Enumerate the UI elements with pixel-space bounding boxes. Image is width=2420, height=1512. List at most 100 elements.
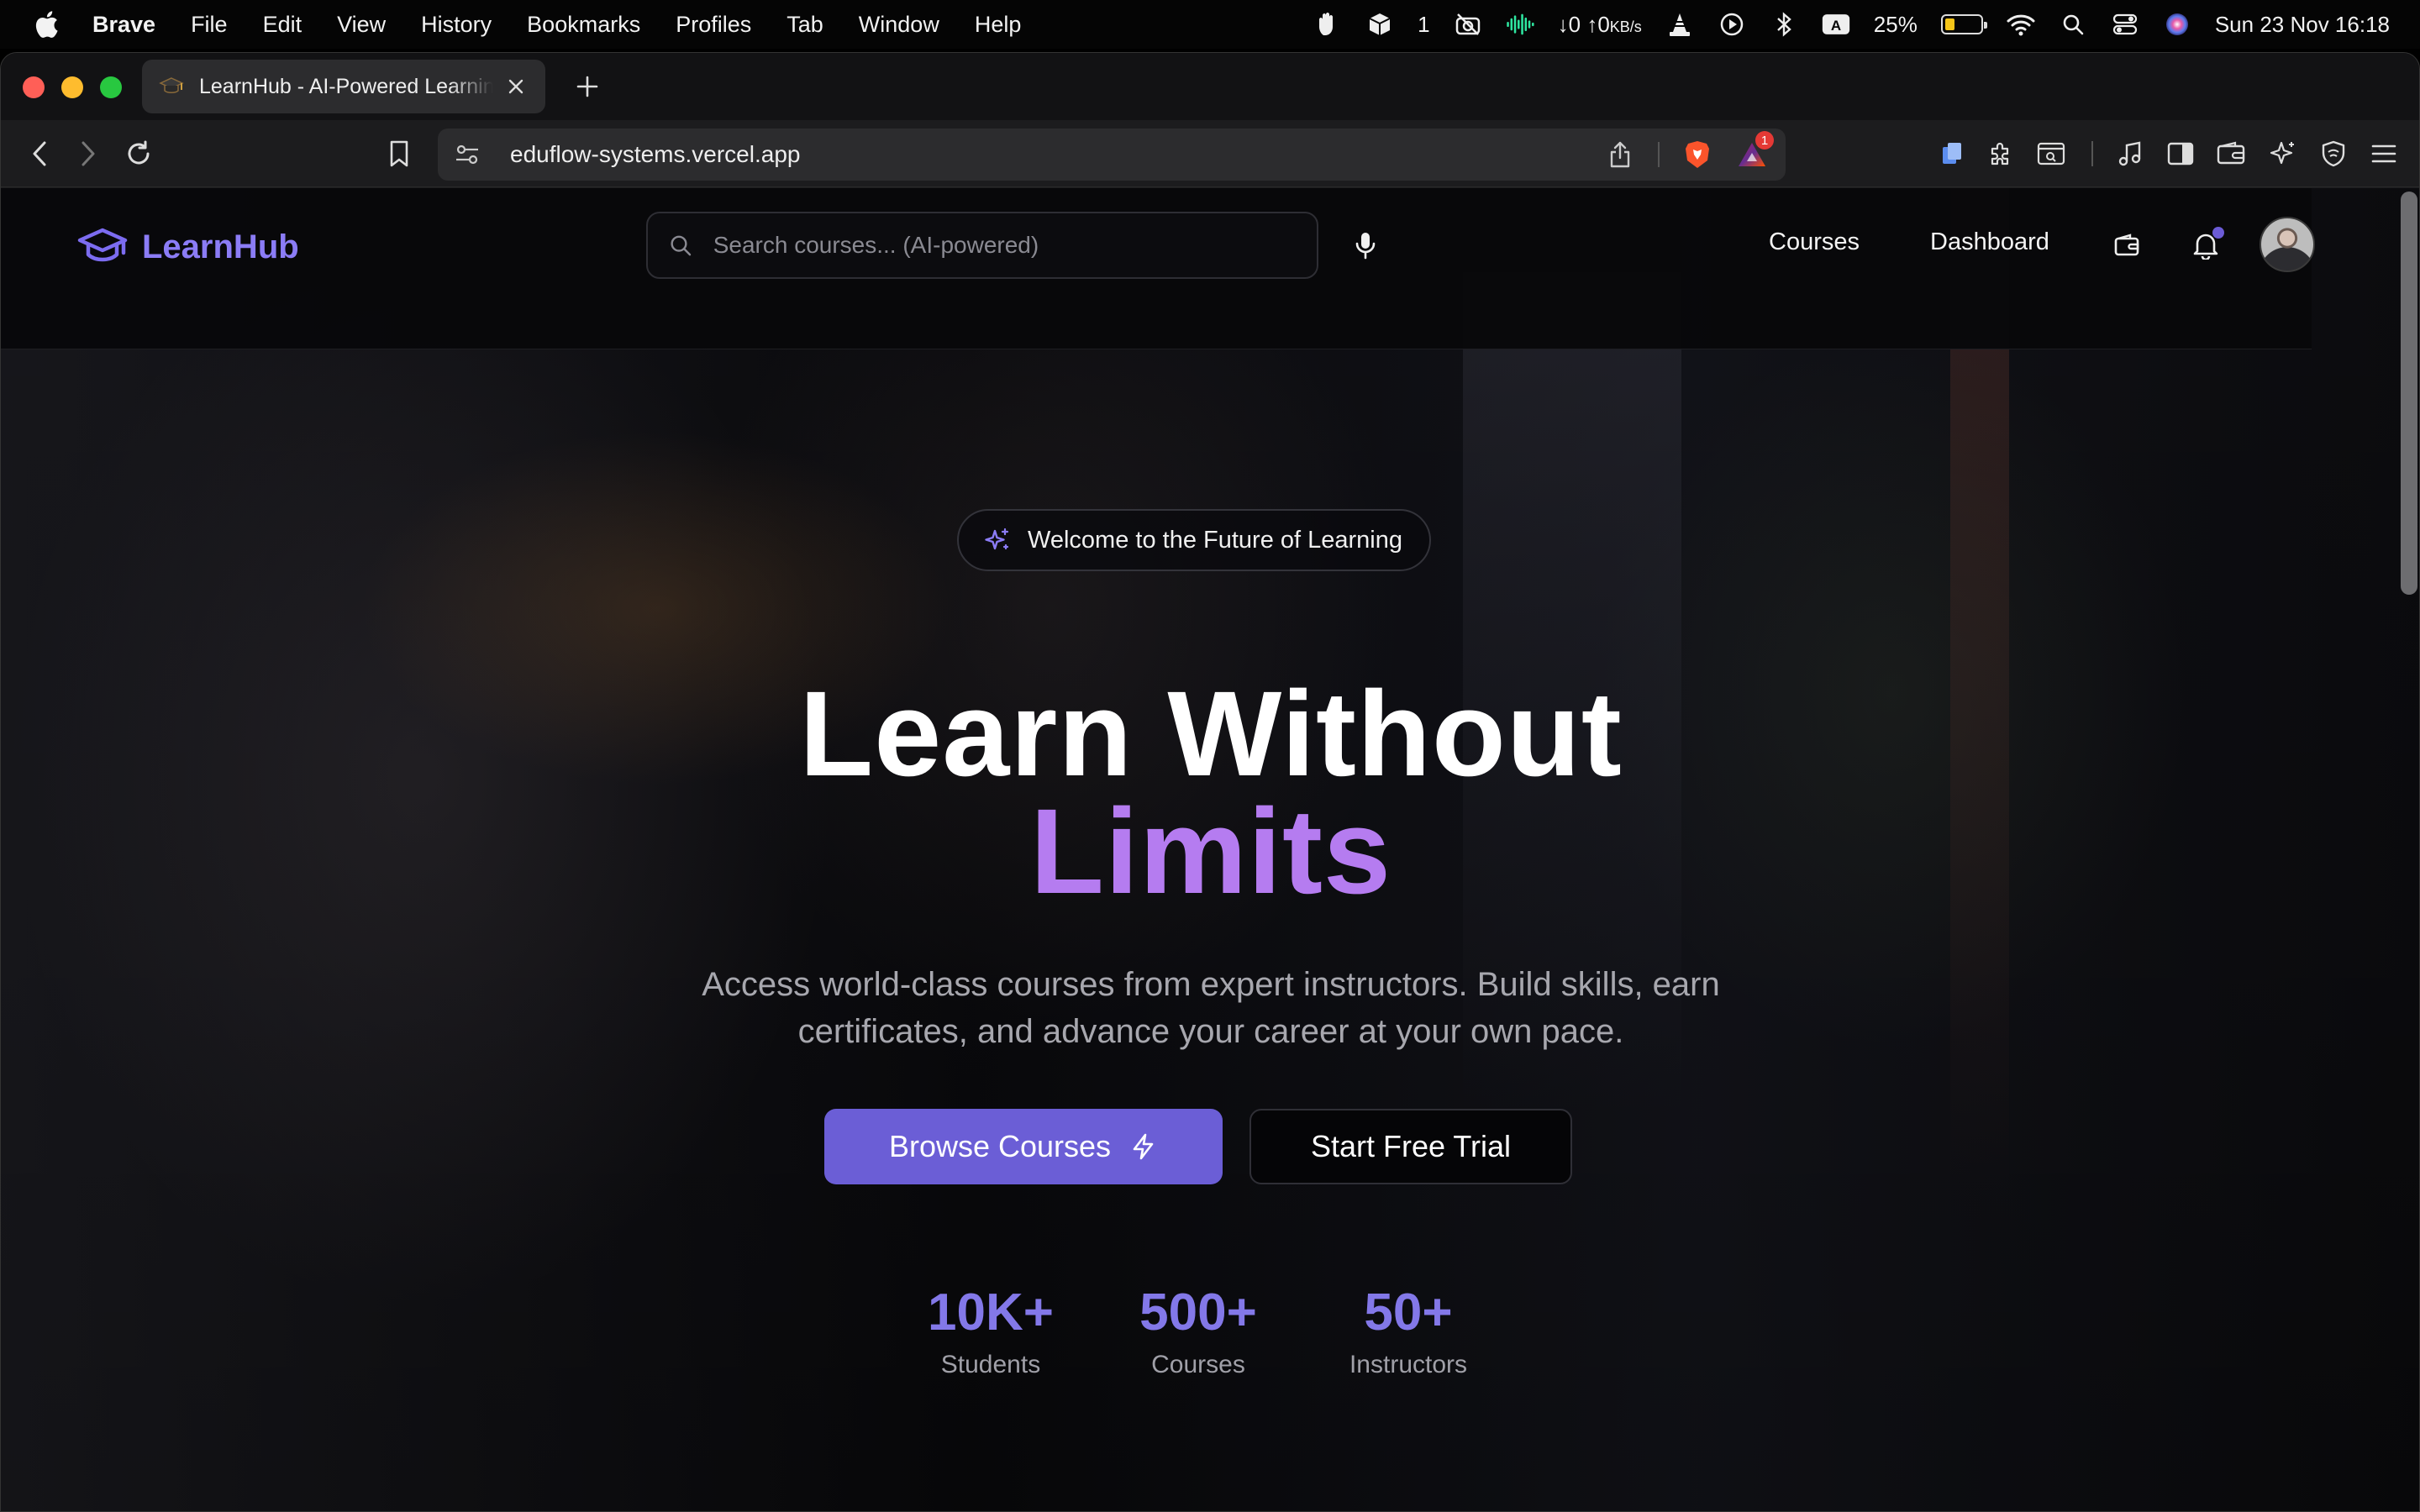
- nav-link-dashboard[interactable]: Dashboard: [1930, 228, 2049, 256]
- nav-link-courses[interactable]: Courses: [1769, 228, 1860, 256]
- files-extension-icon[interactable]: [1935, 137, 1969, 171]
- menu-tab[interactable]: Tab: [786, 12, 823, 38]
- site-settings-icon[interactable]: [455, 142, 480, 167]
- cube-icon[interactable]: [1365, 10, 1394, 39]
- menu-profiles[interactable]: Profiles: [676, 12, 751, 38]
- vlc-cone-icon[interactable]: [1665, 10, 1694, 39]
- brave-rewards-icon[interactable]: 1: [1735, 131, 1774, 171]
- brave-shields-icon[interactable]: [1683, 140, 1712, 169]
- brand-name: LearnHub: [142, 228, 299, 265]
- hero-title-line-2: Limits: [1029, 784, 1392, 919]
- new-tab-icon[interactable]: [569, 68, 606, 105]
- battery-level-fill: [1944, 18, 1954, 30]
- tab-title: LearnHub - AI-Powered Learning: [199, 74, 493, 98]
- site-logo[interactable]: LearnHub: [76, 225, 299, 269]
- bookmark-icon[interactable]: [382, 137, 416, 171]
- stat-value: 10K+: [928, 1284, 1054, 1341]
- browse-courses-button[interactable]: Browse Courses: [824, 1109, 1223, 1184]
- battery-percent: 25%: [1873, 11, 1918, 37]
- hero-title-line-1: Learn Without: [799, 666, 1623, 801]
- unread-notification-dot: [2212, 227, 2224, 239]
- wallet-icon[interactable]: [2214, 137, 2248, 171]
- zoom-window-button[interactable]: [100, 76, 122, 98]
- sidebar-toggle-icon[interactable]: [2164, 137, 2197, 171]
- hero-subtitle: Access world-class courses from expert i…: [702, 966, 1720, 1050]
- page-viewport: LearnHub Courses Dashboard Welco: [1, 188, 2419, 1511]
- tray-count: 1: [1418, 11, 1430, 37]
- notifications-bell-icon[interactable]: [2187, 227, 2224, 264]
- hamburger-menu-icon[interactable]: [2367, 137, 2401, 171]
- vpn-shield-icon[interactable]: [2317, 137, 2350, 171]
- search-icon: [671, 235, 692, 256]
- bluetooth-icon[interactable]: [1770, 10, 1798, 39]
- lightning-bolt-icon: [1133, 1133, 1154, 1160]
- active-tab[interactable]: LearnHub - AI-Powered Learning: [142, 60, 545, 113]
- start-free-trial-button[interactable]: Start Free Trial: [1249, 1109, 1572, 1184]
- extensions-puzzle-icon[interactable]: [1984, 137, 2018, 171]
- stat-label: Courses: [1151, 1351, 1245, 1378]
- back-icon[interactable]: [23, 137, 56, 171]
- macos-menu-bar: Brave File Edit View History Bookmarks P…: [0, 0, 2420, 49]
- search-input[interactable]: [713, 232, 1297, 259]
- battery-icon[interactable]: [1940, 14, 1987, 34]
- forward-icon[interactable]: [71, 137, 105, 171]
- menubar-status-area: 1 ↓0 ↑0KB/s A 25% Sun 23 Nov 16:18: [1313, 0, 2390, 49]
- music-note-icon[interactable]: [2113, 137, 2147, 171]
- stat-courses: 500+ Courses: [1118, 1287, 1278, 1379]
- minimize-window-button[interactable]: [61, 76, 83, 98]
- menu-file[interactable]: File: [191, 12, 228, 38]
- menu-bookmarks[interactable]: Bookmarks: [527, 12, 640, 38]
- site-navbar: LearnHub Courses Dashboard: [1, 188, 2315, 349]
- play-circle-icon[interactable]: [1718, 10, 1746, 39]
- input-source-icon[interactable]: A: [1822, 10, 1850, 39]
- camera-off-icon[interactable]: [1454, 10, 1482, 39]
- graduation-cap-icon: [77, 228, 128, 262]
- stat-students: 10K+ Students: [915, 1287, 1066, 1379]
- menu-app-name[interactable]: Brave: [92, 12, 155, 38]
- toolbar-divider: [2091, 141, 2093, 166]
- network-speed: ↓0 ↑0KB/s: [1558, 12, 1642, 38]
- voice-search-mic-icon[interactable]: [1349, 228, 1382, 262]
- spotlight-search-icon[interactable]: [2059, 10, 2087, 39]
- siri-icon[interactable]: [2163, 10, 2191, 39]
- rewards-notification-count: 1: [1755, 131, 1774, 150]
- close-window-button[interactable]: [23, 76, 45, 98]
- tab-bar: LearnHub - AI-Powered Learning: [1, 53, 2419, 120]
- sparkles-icon: [985, 528, 1009, 550]
- stat-label: Instructors: [1349, 1351, 1468, 1378]
- welcome-badge-text: Welcome to the Future of Learning: [1028, 526, 1402, 554]
- start-free-trial-label: Start Free Trial: [1310, 1129, 1512, 1163]
- stat-label: Students: [940, 1351, 1041, 1378]
- network-up: ↑0: [1586, 11, 1610, 37]
- stat-value: 500+: [1139, 1284, 1257, 1341]
- browse-courses-label: Browse Courses: [888, 1129, 1112, 1163]
- stat-value: 50+: [1364, 1284, 1453, 1341]
- input-source-label: A: [1831, 18, 1841, 34]
- wallet-icon[interactable]: [2108, 227, 2145, 264]
- wifi-icon[interactable]: [2007, 10, 2035, 39]
- welcome-badge: Welcome to the Future of Learning: [957, 509, 1431, 571]
- menu-help[interactable]: Help: [975, 12, 1022, 38]
- close-tab-icon[interactable]: [503, 74, 529, 99]
- control-center-icon[interactable]: [2111, 10, 2139, 39]
- apple-menu-icon[interactable]: [34, 10, 59, 39]
- graduation-cap-favicon-icon: [159, 74, 184, 99]
- hand-icon[interactable]: [1313, 10, 1342, 39]
- user-avatar[interactable]: [2260, 217, 2315, 272]
- network-down: ↓0: [1557, 11, 1581, 37]
- address-bar[interactable]: eduflow-systems.vercel.app 1: [438, 129, 1786, 181]
- share-icon[interactable]: [1606, 140, 1634, 169]
- menu-window[interactable]: Window: [859, 12, 939, 38]
- menu-view[interactable]: View: [337, 12, 386, 38]
- browser-window: LearnHub - AI-Powered Learning eduflow-s…: [0, 52, 2420, 1512]
- page-scrollbar[interactable]: [2401, 192, 2417, 595]
- menu-edit[interactable]: Edit: [263, 12, 302, 38]
- audio-waveform-icon[interactable]: [1506, 10, 1534, 39]
- course-search-box[interactable]: [646, 212, 1318, 279]
- reader-mode-icon[interactable]: [2034, 137, 2068, 171]
- clock-datetime[interactable]: Sun 23 Nov 16:18: [2215, 12, 2390, 38]
- menu-history[interactable]: History: [421, 12, 492, 38]
- url-text[interactable]: eduflow-systems.vercel.app: [510, 141, 1606, 168]
- reload-icon[interactable]: [122, 137, 155, 171]
- leo-ai-sparkle-icon[interactable]: [2266, 137, 2300, 171]
